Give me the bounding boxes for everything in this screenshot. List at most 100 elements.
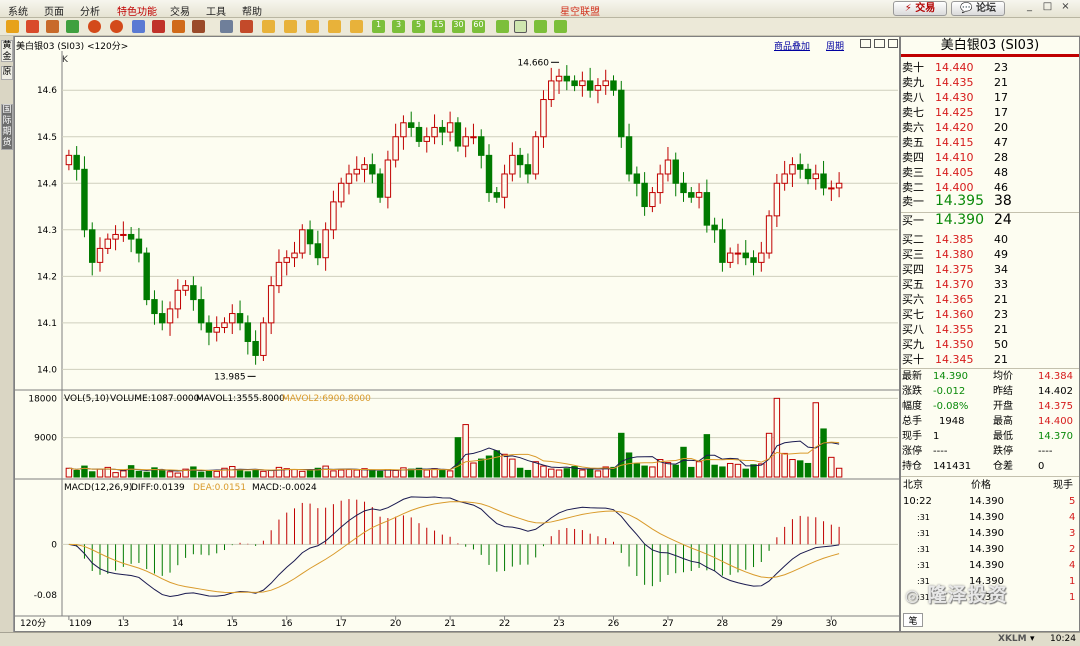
trade-button[interactable]: ⚡ 交易 [893,1,947,16]
menu-analysis[interactable]: 分析 [80,3,100,18]
refresh-icon[interactable] [66,20,79,33]
zoom-in-icon[interactable] [88,20,101,33]
stat-label: 涨停 [902,446,922,457]
stat-row: 现手 1 最低 14.370 [901,430,1079,444]
period-link[interactable]: 周期 [826,39,844,52]
period-monthly-icon[interactable] [306,20,319,33]
bid-price: 14.365 [935,293,974,306]
period-quarter-icon[interactable] [328,20,341,33]
period-year-icon[interactable] [350,20,363,33]
period-120min-icon[interactable] [514,20,527,33]
overlay-link[interactable]: 商品叠加 [774,39,810,52]
zoom-out-icon[interactable] [110,20,123,33]
bid1-row-qty: 24 [994,212,1012,228]
period-3min-button[interactable]: 3 [392,20,405,33]
menu-system[interactable]: 系统 [8,3,28,18]
layout-1-icon[interactable] [860,39,871,48]
ask1-row[interactable]: 卖一 14.395 38 [901,194,1079,212]
ask1-row-price: 14.395 [935,193,984,209]
stat-value-2: 14.400 [1038,416,1073,427]
menu-tools[interactable]: 工具 [206,3,226,18]
tick-price: 14.390 [969,512,1004,523]
filter-icon[interactable] [192,20,205,33]
ask-row[interactable]: 卖七 14.425 17 [901,105,1079,120]
wechat-icon: ◎ [905,586,920,605]
period-30min-button[interactable]: 30 [452,20,465,33]
menu-help[interactable]: 帮助 [242,3,262,18]
menu-features[interactable]: 特色功能 [117,3,157,18]
bid-row[interactable]: 买八 14.355 21 [901,322,1079,337]
ask-row[interactable]: 卖三 14.405 48 [901,165,1079,180]
tab-crude[interactable]: 原 [1,66,13,80]
tick-price: 14.390 [969,560,1004,571]
back-icon[interactable] [6,20,19,33]
maximize-icon[interactable]: □ [1041,1,1054,14]
ask-row[interactable]: 卖五 14.415 47 [901,135,1079,150]
bid1-row[interactable]: 买一 14.390 24 [901,213,1079,231]
stat-value-2: 14.402 [1038,386,1073,397]
period-60min-button[interactable]: 60 [472,20,485,33]
home-icon[interactable] [26,20,39,33]
period-custom-icon[interactable] [496,20,509,33]
menu-trade[interactable]: 交易 [170,3,190,18]
layout-3-icon[interactable] [888,39,898,48]
ask-label: 卖六 [902,121,924,134]
ask-price: 14.415 [935,136,974,149]
stat-label: 涨跌 [902,386,922,397]
bid-row[interactable]: 买六 14.365 21 [901,292,1079,307]
stat-value: -0.08% [933,401,969,412]
bid-row[interactable]: 买二 14.385 40 [901,232,1079,247]
ask-row[interactable]: 卖六 14.420 20 [901,120,1079,135]
tab-trades[interactable]: 笔 [903,613,923,627]
bid-row[interactable]: 买四 14.375 34 [901,262,1079,277]
bid-row[interactable]: 买十 14.345 21 [901,352,1079,367]
tab-gold[interactable]: 黄金 [1,40,13,62]
table-icon[interactable] [220,20,233,33]
minimize-icon[interactable]: _ [1023,1,1036,14]
cross-cursor-icon[interactable] [132,20,145,33]
bid1-row-price: 14.390 [935,212,984,228]
ticks-header-time: 北京 [903,480,923,491]
tick-qty: 5 [1069,496,1076,507]
period-1min-button[interactable]: 1 [372,20,385,33]
tick-row: :31 14.390 4 [901,558,1079,574]
clock-text: 10:24 [1050,634,1076,644]
ask-label: 卖十 [902,61,924,74]
bid-row[interactable]: 买三 14.380 49 [901,247,1079,262]
tick-qty: 4 [1069,512,1076,523]
bid-row[interactable]: 买七 14.360 23 [901,307,1079,322]
stat-value: ---- [933,446,948,457]
quote-list-icon[interactable] [46,20,59,33]
stat-label-2: 昨结 [993,386,1013,397]
layout-2-icon[interactable] [874,39,885,48]
bid-label: 买二 [902,233,924,246]
tab-intl-futures[interactable]: 国际期货 [1,104,13,150]
period-5min-button[interactable]: 5 [412,20,425,33]
period-week-icon[interactable] [534,20,547,33]
brush-icon[interactable] [172,20,185,33]
market-label: XKLM [998,634,1027,644]
close-icon[interactable]: × [1059,1,1072,14]
period-15min-button[interactable]: 15 [432,20,445,33]
ask-row[interactable]: 卖九 14.435 21 [901,75,1079,90]
bid-price: 14.360 [935,308,974,321]
bid-row[interactable]: 买五 14.370 33 [901,277,1079,292]
ask-row[interactable]: 卖八 14.430 17 [901,90,1079,105]
bid-row[interactable]: 买九 14.350 50 [901,337,1079,352]
stat-row: 持仓 141431 仓差 0 [901,460,1079,474]
period-weekly-icon[interactable] [284,20,297,33]
draw-line-icon[interactable] [152,20,165,33]
ask-row[interactable]: 卖四 14.410 28 [901,150,1079,165]
menu-page[interactable]: 页面 [44,3,64,18]
period-year-2-icon[interactable] [554,20,567,33]
forum-button[interactable]: 💬 论坛 [951,1,1005,16]
tick-qty: 1 [1069,592,1076,603]
period-daily-icon[interactable] [262,20,275,33]
ask-row[interactable]: 卖十 14.440 23 [901,60,1079,75]
trade-button-label: 交易 [915,3,936,14]
chart-icon[interactable] [240,20,253,33]
tick-row: :31 14.390 3 [901,526,1079,542]
stats-divider [901,368,1079,369]
tick-row: :31 14.390 4 [901,510,1079,526]
ask-row[interactable]: 卖二 14.400 46 [901,180,1079,195]
